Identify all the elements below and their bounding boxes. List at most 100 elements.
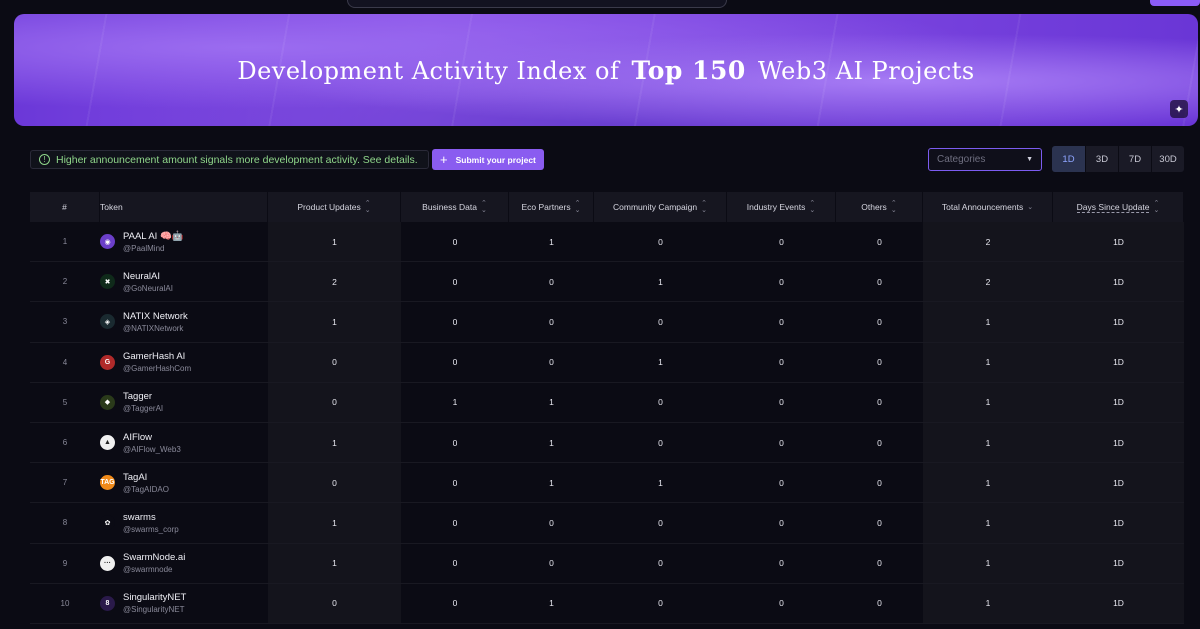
cell-value: 0 [658, 437, 663, 448]
cell-ds: 1D [1053, 463, 1184, 503]
caret-down-icon: ▼ [1026, 156, 1033, 163]
cell-ta: 1 [923, 583, 1053, 623]
table-row[interactable]: 1 ◉ PAAL AI 🧠🤖 @PaalMind 1 0 1 0 0 0 2 1D [30, 222, 1184, 263]
top-right-button[interactable] [1150, 0, 1200, 6]
cell-ep: 1 [509, 383, 594, 422]
header-industry-events[interactable]: Industry Events ⌃ ⌄ [727, 192, 836, 222]
table-row[interactable]: 10 8 SingularityNET @SingularityNET 0 0 1 0 0 0 1 1… [30, 583, 1184, 624]
header-others-label: Others [861, 202, 887, 212]
token-cell[interactable]: ✿ swarms @swarms_corp [100, 503, 268, 542]
cell-bd: 0 [401, 463, 509, 502]
header-community-campaign-label: Community Campaign [613, 202, 698, 212]
token-cell[interactable]: ◆ Tagger @TaggerAI [100, 383, 268, 422]
cell-cc: 0 [594, 423, 727, 462]
token-name: SwarmNode.ai [123, 552, 186, 564]
header-others[interactable]: Others ⌃ ⌄ [836, 192, 923, 222]
magic-wand-icon[interactable]: ✦ [1170, 100, 1188, 118]
header-product-updates[interactable]: Product Updates ⌃ ⌄ [268, 192, 401, 222]
header-total-label: Total Announcements [941, 202, 1024, 212]
token-cell[interactable]: ◉ PAAL AI 🧠🤖 @PaalMind [100, 222, 268, 261]
cell-ta: 2 [923, 262, 1053, 302]
submit-label: Submit your project [455, 154, 536, 165]
header-business-data[interactable]: Business Data ⌃ ⌄ [401, 192, 509, 222]
cell-value: 1D [1113, 437, 1124, 448]
cell-value: 2 [985, 276, 991, 287]
table-row[interactable]: 4 G GamerHash AI @GamerHashCom 0 0 0 1 0 0 1 1D [30, 342, 1184, 383]
range-30d-button[interactable]: 30D [1151, 146, 1184, 172]
table-row[interactable]: 6 ▲ AIFlow @AIFlow_Web3 1 0 1 0 0 0 1 1D [30, 422, 1184, 464]
header-community-campaign[interactable]: Community Campaign ⌃ ⌄ [594, 192, 727, 222]
cell-pu: 2 [268, 262, 401, 302]
token-logo-icon: ◉ [100, 234, 115, 250]
header-days-since-update[interactable]: Days Since Update ⌃ ⌄ [1053, 192, 1184, 222]
banner: Development Activity Index of Top 150 We… [14, 14, 1198, 126]
token-name: TagAI [123, 471, 148, 483]
time-range-selector: 1D 3D 7D 30D [1052, 146, 1184, 172]
token-cell[interactable]: ▲ AIFlow @AIFlow_Web3 [100, 423, 268, 462]
table-row[interactable]: 5 ◆ Tagger @TaggerAI 0 1 1 0 0 0 1 1D [30, 382, 1184, 423]
cell-ot: 0 [836, 463, 923, 502]
cell-value: 1D [1113, 236, 1124, 247]
banner-title-emphasis: Top 150 [631, 56, 746, 85]
cell-ta: 1 [923, 503, 1053, 543]
table-row[interactable]: 2 ✖ NeuralAI @GoNeuralAI 2 0 0 1 0 0 2 1D [30, 262, 1184, 303]
token-cell[interactable]: G GamerHash AI @GamerHashCom [100, 343, 268, 382]
cell-value: 1D [1113, 558, 1124, 569]
cell-value: 1D [1113, 517, 1124, 528]
range-1d-button[interactable]: 1D [1052, 146, 1085, 172]
header-business-data-label: Business Data [422, 202, 477, 212]
cell-value: 0 [332, 397, 337, 408]
cell-value: 0 [658, 517, 663, 528]
cell-ta: 1 [923, 463, 1053, 503]
range-7d-button[interactable]: 7D [1118, 146, 1151, 172]
cell-bd: 0 [401, 423, 509, 462]
header-eco-partners[interactable]: Eco Partners ⌃ ⌄ [509, 192, 594, 222]
cell-pu: 1 [268, 302, 401, 342]
cell-value: 0 [658, 316, 663, 327]
info-notice[interactable]: ! Higher announcement amount signals mor… [30, 150, 429, 169]
table-row[interactable]: 7 TAG TagAI @TagAIDAO 0 0 1 1 0 0 1 1D [30, 463, 1184, 504]
categories-select[interactable]: Categories ▼ [928, 148, 1042, 171]
token-name: SingularityNET [123, 592, 187, 604]
sort-icon: ⌃ ⌄ [574, 200, 581, 214]
cell-ot: 0 [836, 383, 923, 422]
token-cell[interactable]: ◈ NATIX Network @NATIXNetwork [100, 302, 268, 341]
table-body: 1 ◉ PAAL AI 🧠🤖 @PaalMind 1 0 1 0 0 0 2 1D 2 ✖ NeuralAI… [30, 222, 1184, 624]
cell-ds: 1D [1053, 382, 1184, 422]
table-row[interactable]: 9 ··· SwarmNode.ai @swarmnode 1 0 0 0 0 0 1 1D [30, 543, 1184, 584]
rank-value: 2 [62, 277, 68, 287]
cell-value: 1 [985, 397, 991, 408]
header-total-announcements[interactable]: Total Announcements ⌄ [923, 192, 1053, 222]
token-name: NeuralAI [123, 270, 160, 282]
token-logo-icon: ◆ [100, 394, 115, 410]
cell-ot: 0 [836, 222, 923, 261]
table-row[interactable]: 3 ◈ NATIX Network @NATIXNetwork 1 0 0 0 0 0 1 1D [30, 302, 1184, 343]
cell-ie: 0 [727, 302, 836, 341]
cell-cc: 1 [594, 262, 727, 301]
cell-ie: 0 [727, 544, 836, 583]
token-cell[interactable]: 8 SingularityNET @SingularityNET [100, 584, 268, 623]
token-cell[interactable]: TAG TagAI @TagAIDAO [100, 463, 268, 502]
cell-value: 0 [877, 397, 882, 408]
cell-ta: 1 [923, 342, 1053, 382]
token-name: GamerHash AI [123, 351, 186, 363]
cell-value: 1D [1113, 477, 1124, 488]
cell-value: 0 [779, 236, 784, 247]
cell-value: 1 [332, 517, 337, 528]
row-rank: 10 [30, 584, 100, 623]
cell-value: 0 [332, 477, 337, 488]
top-search-bar[interactable] [347, 0, 727, 8]
token-cell[interactable]: ✖ NeuralAI @GoNeuralAI [100, 262, 268, 301]
submit-project-button[interactable]: + Submit your project [432, 149, 544, 170]
cell-ep: 0 [509, 262, 594, 301]
range-3d-button[interactable]: 3D [1085, 146, 1118, 172]
cell-value: 1 [985, 477, 991, 488]
token-logo-icon: ◈ [100, 314, 115, 330]
token-cell[interactable]: ··· SwarmNode.ai @swarmnode [100, 544, 268, 583]
cell-ie: 0 [727, 343, 836, 382]
token-handle: @TaggerAI [123, 404, 164, 414]
sort-icon: ⌃ ⌄ [701, 200, 707, 214]
table-row[interactable]: 8 ✿ swarms @swarms_corp 1 0 0 0 0 0 1 1D [30, 503, 1184, 544]
cell-value: 0 [877, 276, 882, 287]
cell-value: 1 [549, 437, 554, 448]
